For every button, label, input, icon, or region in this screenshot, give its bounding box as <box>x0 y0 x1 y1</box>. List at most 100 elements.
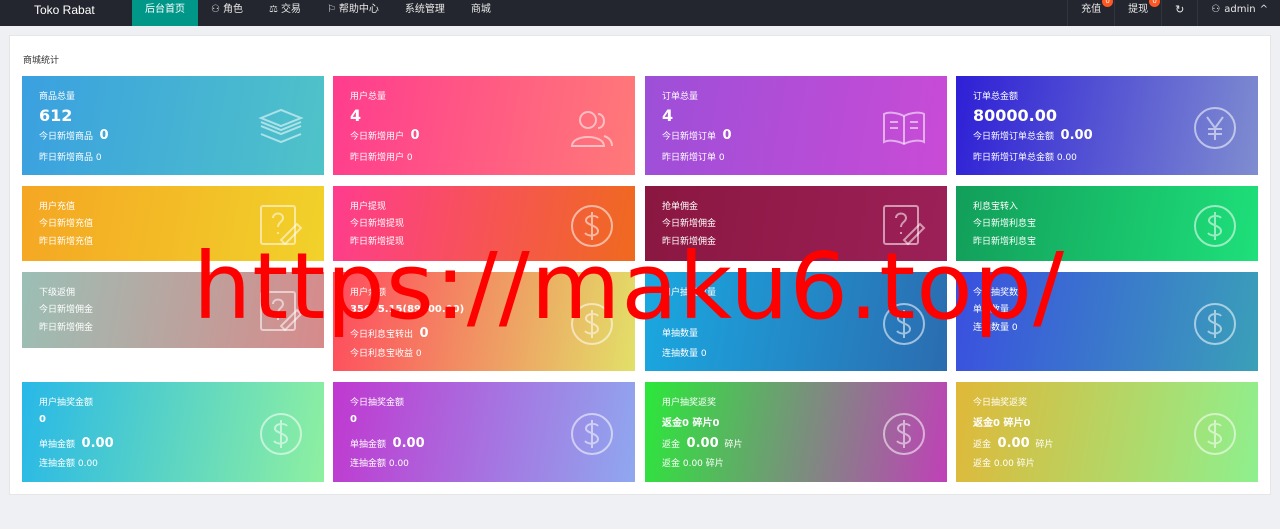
card-value: 612 <box>39 106 73 125</box>
card-yesterday-line: 昨日新增利息宝 <box>973 237 1037 247</box>
main-nav: 后台首页 ⚇ 角色 ⚖ 交易 ⚐ 帮助中心 系统管理 商城 <box>132 0 504 26</box>
card-value: 4 <box>350 106 362 125</box>
yen-icon <box>1191 104 1239 152</box>
card-today-line: 单抽数量 <box>662 329 699 339</box>
stat-card: 下级返佣今日新增佣金 昨日新增佣金 <box>22 272 324 348</box>
card-title: 抢单佣金 <box>662 202 699 212</box>
user-icon: ⚇ <box>211 4 220 15</box>
card-value: 80000.00 <box>973 106 1058 125</box>
card-value: 4 <box>662 106 674 125</box>
card-today-line: 今日新增佣金 <box>39 305 94 315</box>
nav-item-home[interactable]: 后台首页 <box>132 0 198 26</box>
card-yesterday-line: 昨日新增用户 0 <box>350 153 413 163</box>
card-yesterday-line: 连抽数量 0 <box>973 323 1018 333</box>
card-title: 用户提现 <box>350 202 387 212</box>
card-yesterday-line: 昨日新增商品 0 <box>39 153 102 163</box>
layers-icon <box>257 104 305 152</box>
card-title: 用户充值 <box>39 202 76 212</box>
nav-item-role[interactable]: ⚇ 角色 <box>198 0 256 26</box>
card-today-line: 单抽金额 0.00 <box>350 436 425 451</box>
card-yesterday-line: 昨日新增佣金 <box>39 323 94 333</box>
edit-doc-icon <box>880 202 928 250</box>
stat-card: 用户余额 35675.15(89300.00) 今日利息宝转出 0 今日利息宝收益 0 <box>333 272 635 371</box>
dollar-icon <box>1191 202 1239 250</box>
recharge-button[interactable]: 充值 0 <box>1067 0 1114 26</box>
nav-item-help[interactable]: ⚐ 帮助中心 <box>314 0 392 26</box>
card-yesterday-line: 连抽金额 0.00 <box>39 459 98 469</box>
stat-card: 用户充值 今日新增充值 昨日新增充值 <box>22 186 324 261</box>
users-icon <box>568 104 616 152</box>
refresh-button[interactable]: ↻ <box>1161 0 1197 26</box>
card-today-line: 今日新增佣金 <box>662 219 717 229</box>
card-today-line: 今日新增订单 0 <box>662 128 732 143</box>
dollar-icon <box>568 410 616 458</box>
nav-item-mall[interactable]: 商城 <box>458 0 504 26</box>
card-title: 今日抽奖返奖 <box>973 398 1028 408</box>
card-yesterday-line: 今日利息宝收益 0 <box>350 349 422 359</box>
card-title: 订单总量 <box>662 92 699 102</box>
card-yesterday-line: 昨日新增佣金 <box>662 237 717 247</box>
edit-doc-icon <box>257 202 305 250</box>
card-value: 0 <box>662 304 669 315</box>
scale-icon: ⚖ <box>268 4 278 15</box>
card-title: 今日抽奖金额 <box>350 398 405 408</box>
card-today-line: 今日新增订单总金额 0.00 <box>973 128 1093 143</box>
stat-card: 抢单佣金今日新增佣金 昨日新增佣金 <box>645 186 947 261</box>
card-yesterday-line: 连抽金额 0.00 <box>350 459 409 469</box>
card-yesterday-line: 昨日新增提现 <box>350 237 405 247</box>
stat-card: 订单总量 4 今日新增订单 0 昨日新增订单 0 <box>645 76 947 175</box>
card-today-line: 单抽金额 0.00 <box>39 436 114 451</box>
card-today-line: 今日新增商品 0 <box>39 128 109 143</box>
stat-card: 今日抽奖返奖 返金0 碎片0 返金 0.00 碎片 返金 0.00 碎片 <box>956 382 1258 482</box>
card-yesterday-line: 昨日新增订单 0 <box>662 153 725 163</box>
card-title: 订单总金额 <box>973 92 1019 102</box>
card-today-line: 单抽数量 <box>973 305 1010 315</box>
stat-card: 用户总量 4 今日新增用户 0 昨日新增用户 0 <box>333 76 635 175</box>
dollar-icon <box>1191 410 1239 458</box>
card-today-line: 返金 0.00 碎片 <box>973 436 1054 451</box>
dollar-icon <box>257 410 305 458</box>
stat-card: 用户抽奖金额 0 单抽金额 0.00 连抽金额 0.00 <box>22 382 324 482</box>
stat-card: 用户抽奖数量 0 单抽数量连抽数量 0 <box>645 272 947 371</box>
stat-card: 今日抽奖金额 0 单抽金额 0.00 连抽金额 0.00 <box>333 382 635 482</box>
card-yesterday-line: 返金 0.00 碎片 <box>973 459 1035 469</box>
dollar-icon <box>568 202 616 250</box>
card-today-line: 今日新增充值 <box>39 219 94 229</box>
card-title: 用户抽奖返奖 <box>662 398 717 408</box>
nav-item-system[interactable]: 系统管理 <box>392 0 458 26</box>
dollar-icon <box>880 300 928 348</box>
card-value: 35675.15(89300.00) <box>350 304 465 315</box>
edit-doc-icon <box>257 288 305 336</box>
chevron-up-icon: ^ <box>1259 4 1268 15</box>
right-nav: 充值 0 提现 0 ↻ ⚇ admin ^ <box>1067 0 1280 26</box>
card-today-line: 今日新增提现 <box>350 219 405 229</box>
card-yesterday-line: 昨日新增订单总金额 0.00 <box>973 153 1077 163</box>
withdraw-button[interactable]: 提现 0 <box>1114 0 1161 26</box>
stat-card: 今日抽奖数量 单抽数量连抽数量 0 <box>956 272 1258 371</box>
card-value: 0 <box>39 414 46 425</box>
dollar-icon <box>1191 300 1239 348</box>
card-yesterday-line: 连抽数量 0 <box>662 349 707 359</box>
card-today-line: 今日新增用户 0 <box>350 128 420 143</box>
stat-card: 订单总金额 80000.00 今日新增订单总金额 0.00 昨日新增订单总金额 0.0… <box>956 76 1258 175</box>
top-bar: Toko Rabat 后台首页 ⚇ 角色 ⚖ 交易 ⚐ 帮助中心 系统管理 商城 充值… <box>0 0 1280 26</box>
flag-icon: ⚐ <box>326 4 336 15</box>
card-value: 0 <box>350 414 357 425</box>
card-title: 用户抽奖数量 <box>662 288 717 298</box>
card-title: 今日抽奖数量 <box>973 288 1028 298</box>
stat-card: 用户提现今日新增提现 昨日新增提现 <box>333 186 635 261</box>
card-value: 返金0 碎片0 <box>973 418 1031 429</box>
card-today-line: 今日新增利息宝 <box>973 219 1037 229</box>
refresh-icon: ↻ <box>1175 3 1185 16</box>
card-title: 下级返佣 <box>39 288 76 298</box>
book-icon <box>880 104 928 152</box>
brand-logo[interactable]: Toko Rabat <box>0 0 132 26</box>
dollar-icon <box>880 410 928 458</box>
recharge-badge: 0 <box>1102 0 1114 7</box>
nav-item-trade[interactable]: ⚖ 交易 <box>256 0 314 26</box>
user-menu[interactable]: ⚇ admin ^ <box>1197 0 1280 26</box>
withdraw-badge: 0 <box>1149 0 1161 7</box>
stat-card: 利息宝转入 今日新增利息宝 昨日新增利息宝 <box>956 186 1258 261</box>
stat-card: 商品总量 612 今日新增商品 0 昨日新增商品 0 <box>22 76 324 175</box>
card-today-line: 返金 0.00 碎片 <box>662 436 743 451</box>
